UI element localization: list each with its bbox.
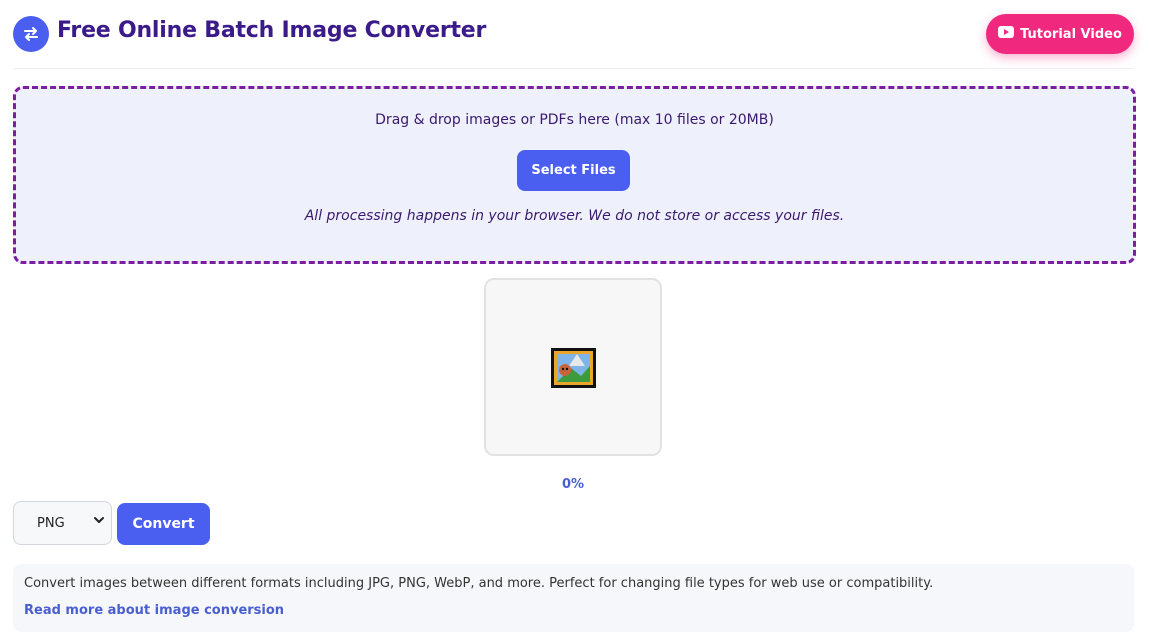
- info-box: Convert images between different formats…: [13, 564, 1134, 632]
- broken-image-icon: [551, 348, 596, 388]
- tutorial-video-label: Tutorial Video: [1020, 26, 1122, 42]
- info-description: Convert images between different formats…: [24, 576, 934, 591]
- select-files-button[interactable]: Select Files: [517, 150, 630, 191]
- tutorial-video-button[interactable]: Tutorial Video: [986, 14, 1134, 54]
- dropzone-instruction: Drag & drop images or PDFs here (max 10 …: [375, 112, 774, 128]
- convert-button[interactable]: Convert: [117, 503, 210, 545]
- conversion-progress: 0%: [561, 477, 585, 492]
- swap-arrows-icon: [13, 16, 49, 52]
- output-format-select[interactable]: PNG: [13, 501, 112, 545]
- output-format-value: PNG: [37, 515, 65, 531]
- file-dropzone[interactable]: Drag & drop images or PDFs here (max 10 …: [13, 86, 1136, 264]
- header-divider: [13, 68, 1134, 69]
- chevron-down-icon: [93, 514, 105, 530]
- youtube-icon: [998, 26, 1015, 42]
- privacy-note: All processing happens in your browser. …: [304, 208, 845, 224]
- read-more-link[interactable]: Read more about image conversion: [24, 603, 284, 618]
- header: Free Online Batch Image Converter Tutori…: [13, 14, 1134, 68]
- page-title: Free Online Batch Image Converter: [57, 18, 487, 43]
- image-preview-card: [484, 278, 662, 456]
